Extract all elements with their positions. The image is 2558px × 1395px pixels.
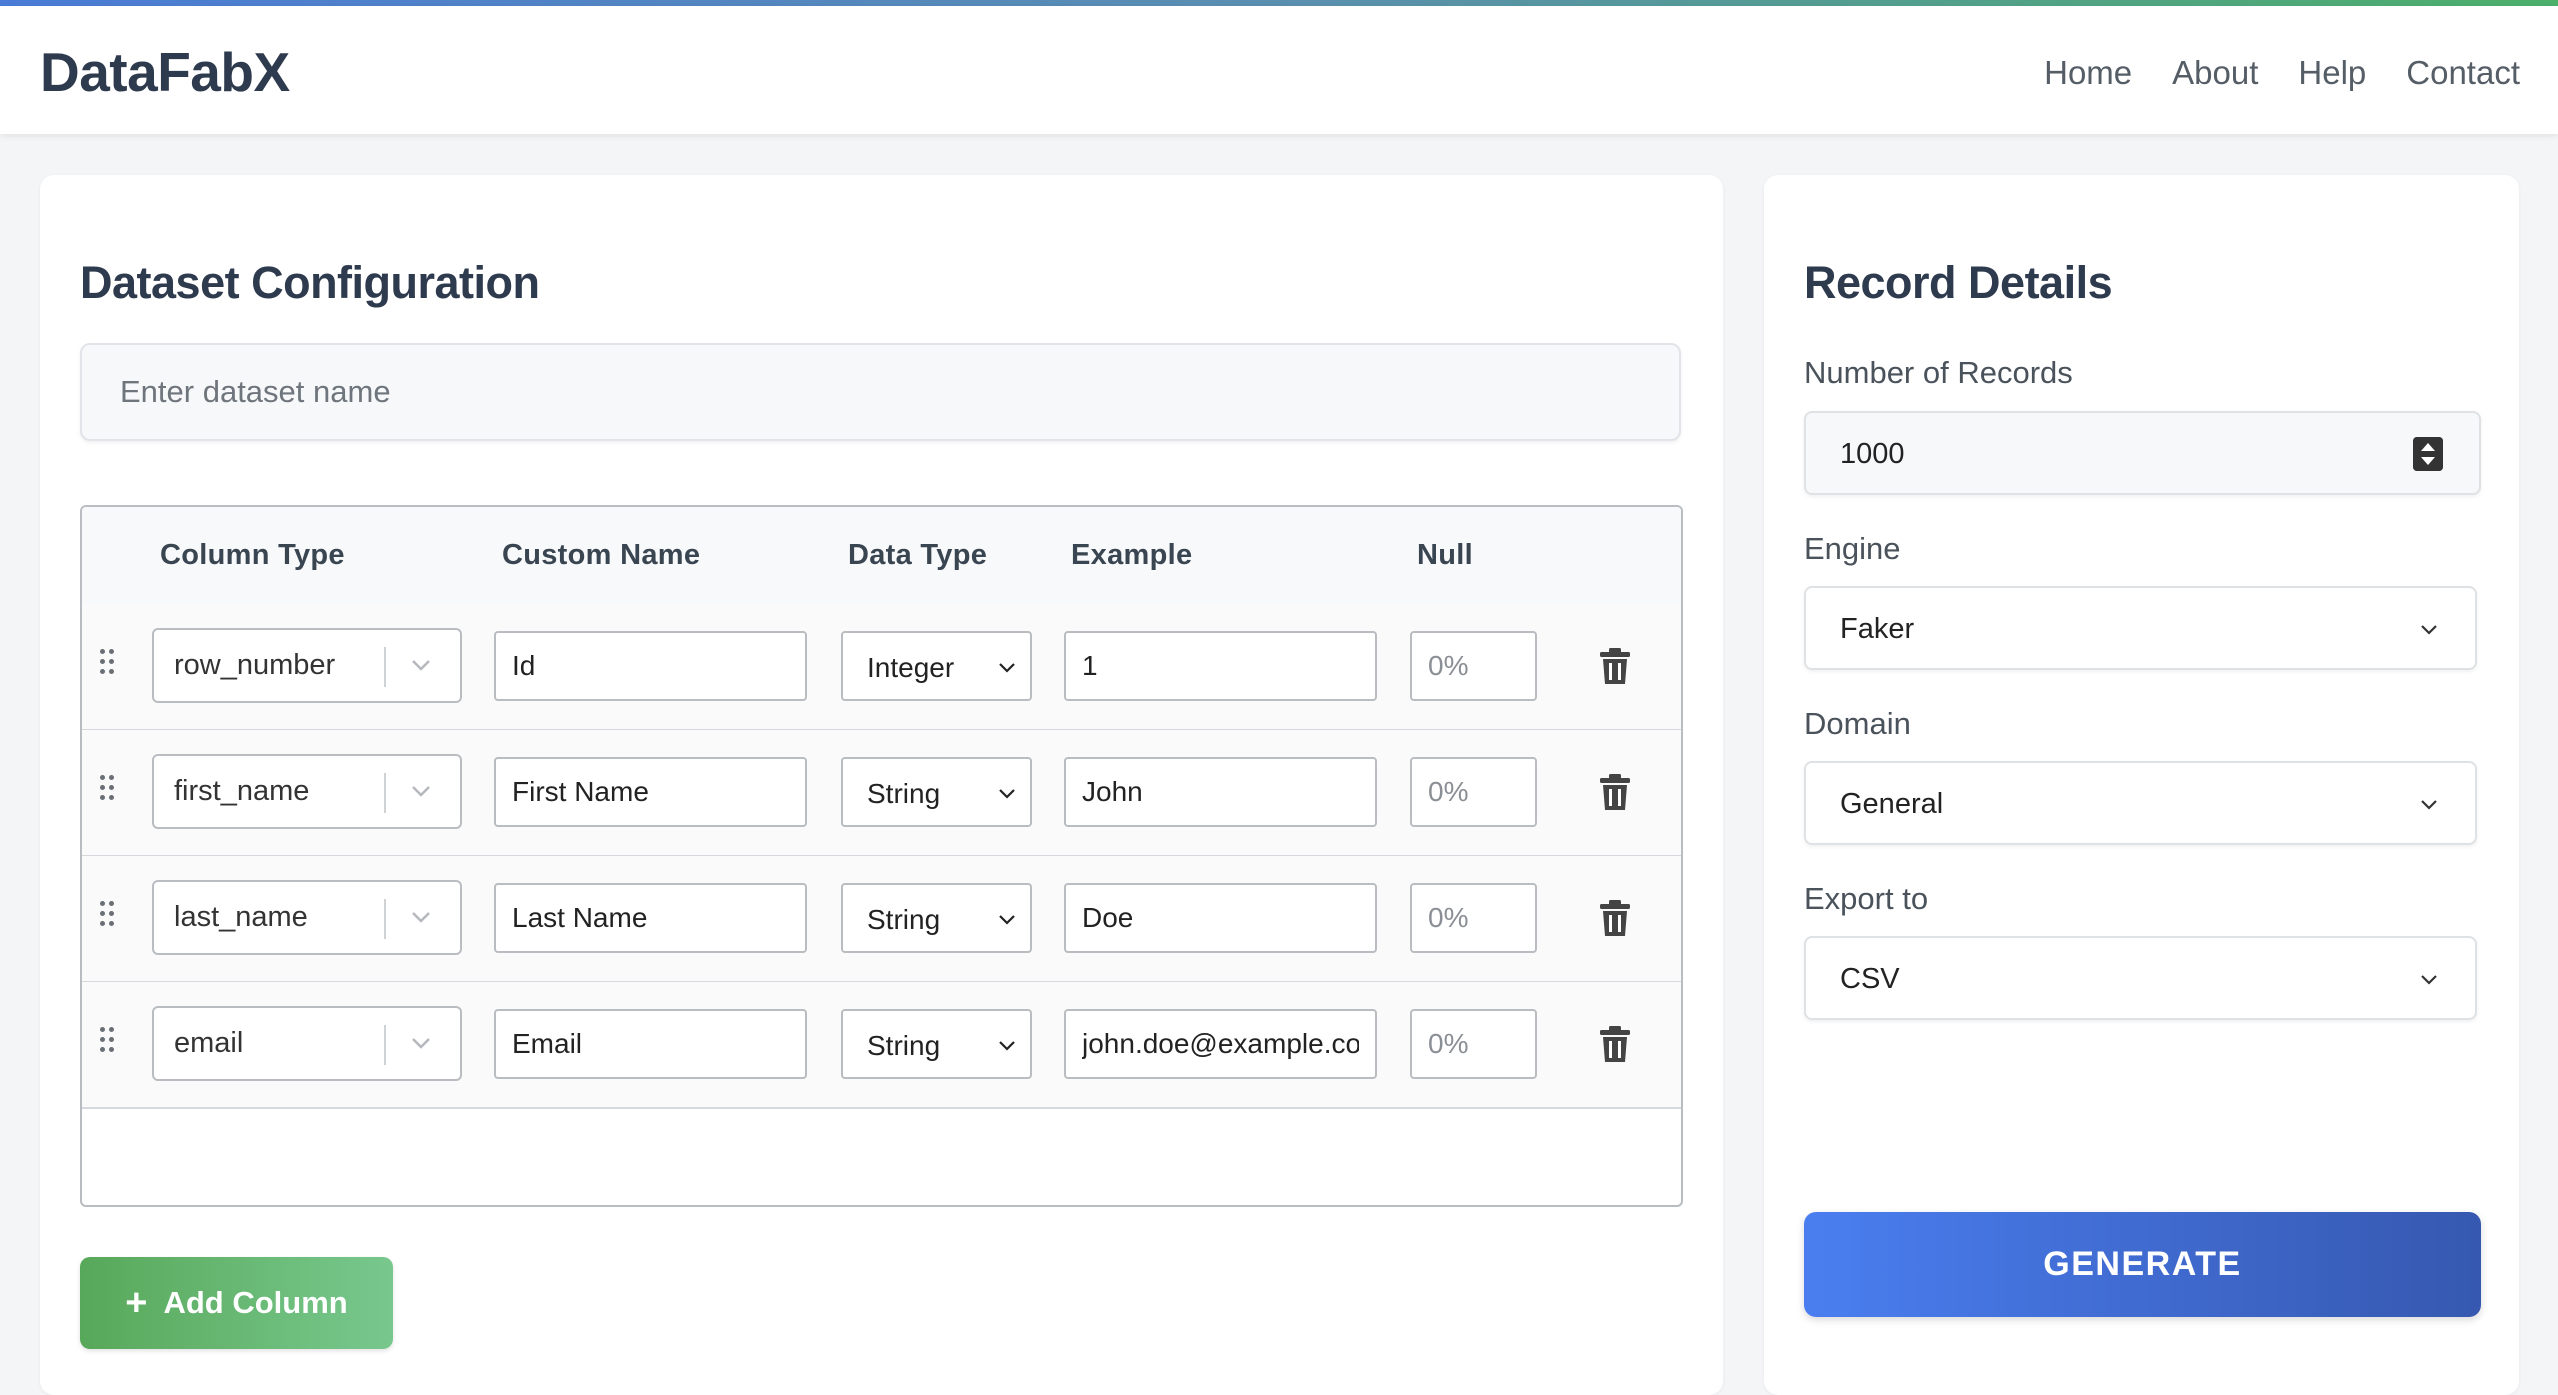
- nav-about-link[interactable]: About: [2172, 54, 2258, 92]
- column-type-select[interactable]: first_name: [152, 754, 462, 829]
- drag-handle-icon[interactable]: [100, 901, 116, 931]
- null-header: Null: [1417, 539, 1473, 571]
- data-type-value: Integer: [867, 652, 955, 683]
- column-type-header: Column Type: [160, 539, 345, 571]
- columns-table: Column Type Custom Name Data Type Exampl…: [80, 505, 1683, 1207]
- custom-name-input[interactable]: [494, 757, 807, 827]
- select-divider: [384, 899, 386, 939]
- null-percent-input[interactable]: [1410, 883, 1537, 953]
- custom-name-input[interactable]: [494, 883, 807, 953]
- chevron-down-icon: [999, 915, 1015, 925]
- column-type-select[interactable]: email: [152, 1006, 462, 1081]
- select-divider: [384, 647, 386, 687]
- nav-help-link[interactable]: Help: [2298, 54, 2366, 92]
- chevron-down-icon: [412, 660, 430, 671]
- table-row: last_name String: [82, 856, 1681, 983]
- select-divider: [384, 1025, 386, 1065]
- data-type-select[interactable]: Integer: [841, 631, 1032, 701]
- data-type-select[interactable]: String: [841, 883, 1032, 953]
- trash-icon[interactable]: [1598, 1024, 1632, 1064]
- brand-logo[interactable]: DataFabX: [40, 40, 290, 104]
- add-column-label: Add Column: [163, 1285, 348, 1320]
- column-type-value: last_name: [174, 901, 308, 933]
- domain-value: General: [1840, 788, 1944, 820]
- table-row: first_name String: [82, 730, 1681, 857]
- custom-name-input[interactable]: [494, 631, 807, 701]
- domain-label: Domain: [1804, 706, 1911, 741]
- data-type-select[interactable]: String: [841, 1009, 1032, 1079]
- engine-value: Faker: [1840, 613, 1915, 645]
- column-type-value: first_name: [174, 775, 310, 807]
- dataset-name-input[interactable]: [80, 343, 1681, 441]
- null-percent-input[interactable]: [1410, 1009, 1537, 1079]
- nav-contact-link[interactable]: Contact: [2406, 54, 2520, 92]
- record-details-title: Record Details: [1804, 257, 2113, 308]
- custom-name-input[interactable]: [494, 1009, 807, 1079]
- chevron-down-icon: [2421, 975, 2437, 985]
- data-type-value: String: [867, 1030, 941, 1061]
- example-header: Example: [1071, 539, 1193, 571]
- record-details-card: Record Details Number of Records 1000 En…: [1764, 175, 2519, 1395]
- nav-links: Home About Help Contact: [2044, 54, 2520, 92]
- dataset-configuration-card: Dataset Configuration Column Type Custom…: [40, 175, 1723, 1395]
- top-navbar: DataFabX Home About Help Contact: [0, 6, 2558, 134]
- chevron-down-icon: [999, 663, 1015, 673]
- drag-handle-icon[interactable]: [100, 775, 116, 805]
- column-type-value: row_number: [174, 649, 336, 681]
- null-percent-input[interactable]: [1410, 631, 1537, 701]
- number-spinner-icon[interactable]: [2413, 437, 2443, 471]
- trash-icon[interactable]: [1598, 898, 1632, 938]
- drag-handle-icon[interactable]: [100, 649, 116, 679]
- table-row: email String: [82, 982, 1681, 1109]
- column-type-select[interactable]: row_number: [152, 628, 462, 703]
- trash-icon[interactable]: [1598, 646, 1632, 686]
- records-value: 1000: [1840, 438, 1905, 470]
- engine-select[interactable]: Faker: [1804, 586, 2477, 670]
- nav-home-link[interactable]: Home: [2044, 54, 2132, 92]
- table-row: row_number Integer: [82, 604, 1681, 731]
- export-value: CSV: [1840, 963, 1900, 995]
- dataset-configuration-title: Dataset Configuration: [80, 257, 540, 308]
- data-type-header: Data Type: [848, 539, 988, 571]
- records-label: Number of Records: [1804, 355, 2073, 390]
- data-type-select[interactable]: String: [841, 757, 1032, 827]
- chevron-down-icon: [412, 912, 430, 923]
- custom-name-header: Custom Name: [502, 539, 701, 571]
- column-type-value: email: [174, 1027, 244, 1059]
- trash-icon[interactable]: [1598, 772, 1632, 812]
- data-type-value: String: [867, 904, 941, 935]
- generate-button[interactable]: GENERATE: [1804, 1212, 2481, 1317]
- add-column-button[interactable]: + Add Column: [80, 1257, 393, 1349]
- chevron-down-icon: [999, 789, 1015, 799]
- select-divider: [384, 773, 386, 813]
- example-input[interactable]: [1064, 883, 1377, 953]
- records-number-input[interactable]: 1000: [1804, 411, 2481, 495]
- example-input[interactable]: [1064, 1009, 1377, 1079]
- chevron-down-icon: [2421, 625, 2437, 635]
- drag-handle-icon[interactable]: [100, 1027, 116, 1057]
- chevron-down-icon: [412, 786, 430, 797]
- data-type-value: String: [867, 778, 941, 809]
- null-percent-input[interactable]: [1410, 757, 1537, 827]
- column-type-select[interactable]: last_name: [152, 880, 462, 955]
- domain-select[interactable]: General: [1804, 761, 2477, 845]
- chevron-down-icon: [2421, 800, 2437, 810]
- export-label: Export to: [1804, 881, 1929, 916]
- engine-label: Engine: [1804, 531, 1901, 566]
- columns-table-header: Column Type Custom Name Data Type Exampl…: [82, 507, 1681, 606]
- chevron-down-icon: [999, 1041, 1015, 1051]
- plus-icon: +: [125, 1282, 148, 1324]
- example-input[interactable]: [1064, 757, 1377, 827]
- chevron-down-icon: [412, 1038, 430, 1049]
- example-input[interactable]: [1064, 631, 1377, 701]
- export-select[interactable]: CSV: [1804, 936, 2477, 1020]
